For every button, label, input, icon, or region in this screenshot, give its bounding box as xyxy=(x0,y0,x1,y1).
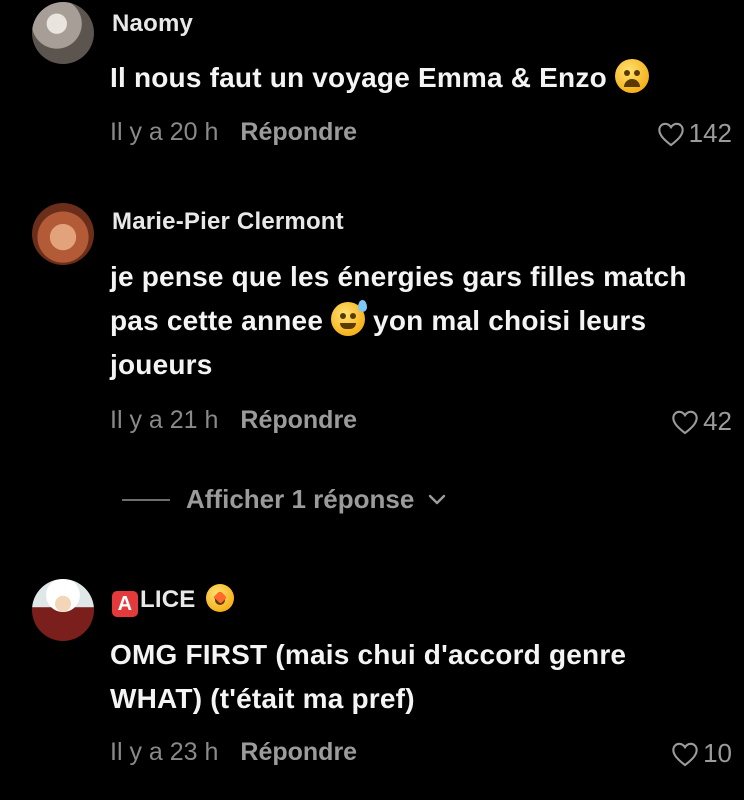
like-button[interactable]: 142 xyxy=(657,118,732,149)
comment-text: OMG FIRST (mais chui d'accord genre WHAT… xyxy=(110,639,627,714)
comment-text: je pense que les énergies gars filles ma… xyxy=(110,261,687,380)
star-struck-icon xyxy=(206,584,235,612)
comment-timestamp: Il y a 21 h xyxy=(110,406,219,434)
like-button[interactable]: 10 xyxy=(671,738,732,769)
reply-button[interactable]: Répondre xyxy=(240,406,357,434)
comment-meta: Il y a 20 h Répondre xyxy=(110,118,357,147)
comment-username[interactable]: Naomy xyxy=(112,10,193,38)
avatar[interactable] xyxy=(32,203,94,265)
like-count: 42 xyxy=(703,406,732,436)
avatar[interactable] xyxy=(32,579,94,641)
letter-a-badge-icon: A xyxy=(112,591,138,617)
chevron-down-icon xyxy=(429,494,446,504)
grinning-sweat-icon xyxy=(331,300,368,336)
heart-icon xyxy=(672,410,698,434)
like-count: 10 xyxy=(703,738,732,768)
comment-timestamp: Il y a 20 h xyxy=(110,118,219,146)
comment-meta: Il y a 23 h Répondre xyxy=(110,738,357,767)
comment-text: Il nous faut un voyage Emma & Enzo xyxy=(110,56,720,100)
view-replies-label: Afficher 1 réponse xyxy=(186,484,415,514)
like-count: 142 xyxy=(688,118,732,148)
avatar[interactable] xyxy=(32,2,94,64)
comment-username[interactable]: Marie-Pier Clermont xyxy=(112,208,344,236)
comment-username[interactable]: A LICE xyxy=(112,584,235,617)
view-replies-button[interactable]: Afficher 1 réponse xyxy=(122,484,446,515)
weary-face-icon xyxy=(614,59,649,93)
comment-timestamp: Il y a 23 h xyxy=(110,738,219,766)
reply-button[interactable]: Répondre xyxy=(240,738,357,766)
heart-icon xyxy=(672,742,698,766)
comment-meta: Il y a 21 h Répondre xyxy=(110,406,357,435)
reply-button[interactable]: Répondre xyxy=(240,118,357,146)
like-button[interactable]: 42 xyxy=(671,406,732,437)
heart-icon xyxy=(657,122,684,146)
divider-line xyxy=(122,498,170,501)
